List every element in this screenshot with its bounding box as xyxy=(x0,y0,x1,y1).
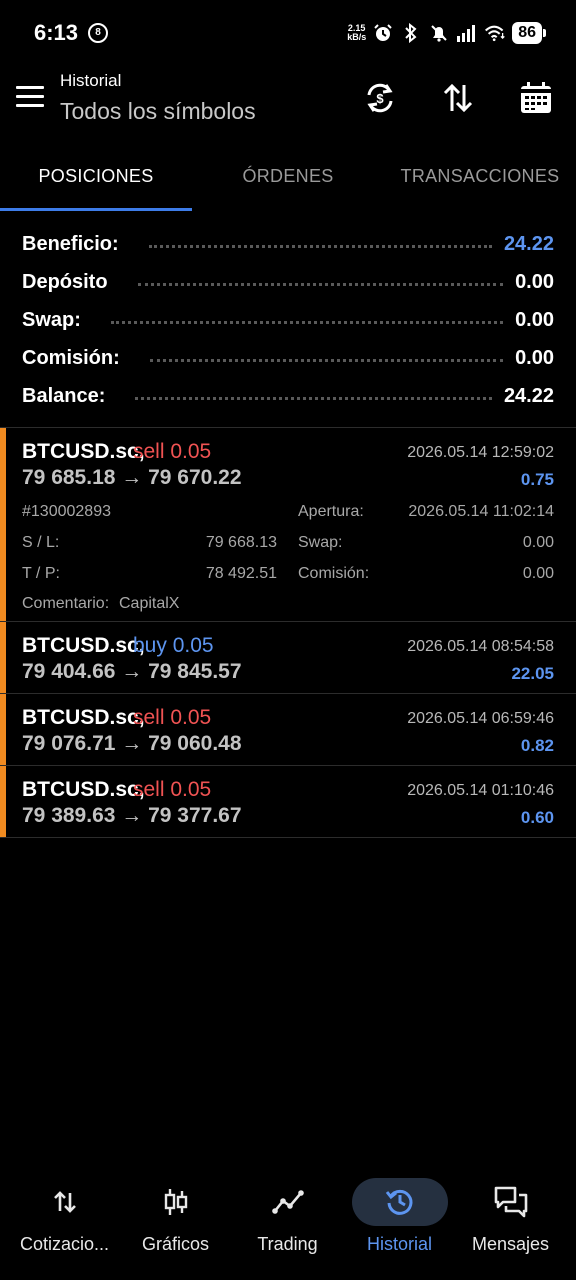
sl-label: S / L: xyxy=(22,534,60,551)
deal-time: 2026.05.14 08:54:58 xyxy=(407,638,554,655)
deal-profit: 0.60 xyxy=(520,808,554,827)
tp-value: 78 492.51 xyxy=(205,565,277,582)
sort-icon[interactable] xyxy=(438,78,478,118)
summary-label: Depósito xyxy=(22,270,108,293)
menu-icon[interactable] xyxy=(16,86,44,108)
swap-value: 0.00 xyxy=(522,534,554,551)
summary-value: 24.22 xyxy=(503,232,554,255)
history-icon xyxy=(351,1178,448,1226)
app-header: Historial Todos los símbolos $ xyxy=(0,64,576,140)
status-bar: 6:13 8 2.15 kB/s 86 xyxy=(0,0,576,64)
sl-value: 79 668.13 xyxy=(205,534,277,551)
summary-row-comision: Comisión: 0.00 xyxy=(0,339,576,377)
deal-side-bar xyxy=(0,622,6,693)
comment-label: Comentario: xyxy=(22,595,110,612)
deal-type: sell 0.05 xyxy=(133,440,212,463)
summary-value: 0.00 xyxy=(515,270,554,293)
comment-value: CapitalX xyxy=(119,595,180,612)
deal-profit: 0.75 xyxy=(520,470,554,489)
deal-symbol: BTCUSD.sc, xyxy=(22,778,145,801)
messages-icon xyxy=(463,1178,559,1226)
deal-prices: 79 076.71 → 79 060.48 xyxy=(22,732,242,755)
header-title[interactable]: Todos los símbolos xyxy=(60,98,256,125)
summary-row-deposito: Depósito 0.00 xyxy=(0,263,576,301)
summary-label: Beneficio: xyxy=(22,232,119,255)
nav-label: Historial xyxy=(366,1234,432,1254)
deal-side-bar xyxy=(0,766,6,837)
network-speed: 2.15 kB/s xyxy=(347,24,366,42)
tp-label: T / P: xyxy=(22,565,60,582)
deal-symbol: BTCUSD.sc, xyxy=(22,440,145,463)
nav-trading[interactable]: Trading xyxy=(230,1170,345,1270)
deal-type: sell 0.05 xyxy=(133,778,212,801)
alarm-icon xyxy=(372,22,394,44)
deal-symbol: BTCUSD.sc, xyxy=(22,634,145,657)
status-time: 6:13 xyxy=(34,20,79,45)
nav-label: Trading xyxy=(257,1234,318,1254)
tab-ordenes[interactable]: ÓRDENES xyxy=(192,150,384,210)
deal-prices: 79 685.18 → 79 670.22 xyxy=(22,466,242,489)
tab-transacciones[interactable]: TRANSACCIONES xyxy=(384,150,576,210)
nav-cotizaciones[interactable]: Cotizacio... xyxy=(7,1170,122,1270)
commission-label: Comisión: xyxy=(298,565,370,582)
open-label: Apertura: xyxy=(298,503,364,520)
svg-text:$: $ xyxy=(376,91,384,106)
deal-selection-bar xyxy=(0,428,6,621)
calendar-icon[interactable] xyxy=(516,78,556,118)
deal-profit: 22.05 xyxy=(511,664,554,683)
deal-row[interactable]: BTCUSD.sc, sell 0.05 2026.05.14 01:10:46… xyxy=(0,766,576,837)
summary-value: 0.00 xyxy=(515,346,554,369)
candlestick-icon xyxy=(128,1178,224,1226)
header-subtitle: Historial xyxy=(60,71,122,90)
muted-bell-icon xyxy=(428,22,450,44)
divider xyxy=(0,837,576,838)
nav-graficos[interactable]: Gráficos xyxy=(118,1170,233,1270)
open-time: 2026.05.14 11:02:14 xyxy=(408,503,554,520)
deal-type: buy 0.05 xyxy=(133,634,214,657)
network-speed-unit: kB/s xyxy=(347,32,367,42)
nav-mensajes[interactable]: Mensajes xyxy=(453,1170,568,1270)
bottom-navigation: Cotizacio... Gráficos Trading Historial … xyxy=(0,1170,576,1270)
battery-indicator: 86 xyxy=(512,22,546,44)
deal-ticket: #130002893 xyxy=(22,503,111,520)
summary-panel: Beneficio: 24.22 Depósito 0.00 Swap: 0.0… xyxy=(0,225,576,415)
deal-row[interactable]: BTCUSD.sc, sell 0.05 2026.05.14 12:59:02… xyxy=(0,428,576,621)
bluetooth-icon xyxy=(400,22,422,44)
deal-profit: 0.82 xyxy=(520,736,554,755)
status-icons: 2.15 kB/s 86 xyxy=(347,20,546,46)
swap-label: Swap: xyxy=(298,534,343,551)
deal-side-bar xyxy=(0,694,6,765)
deal-prices: 79 404.66 → 79 845.57 xyxy=(22,660,242,683)
deal-row[interactable]: BTCUSD.sc, sell 0.05 2026.05.14 06:59:46… xyxy=(0,694,576,765)
nav-label: Gráficos xyxy=(141,1234,210,1254)
summary-row-swap: Swap: 0.00 xyxy=(0,301,576,339)
tab-posiciones[interactable]: POSICIONES xyxy=(0,150,192,210)
summary-row-beneficio: Beneficio: 24.22 xyxy=(0,225,576,263)
signal-icon xyxy=(456,22,478,44)
summary-label: Swap: xyxy=(22,308,81,331)
commission-value: 0.00 xyxy=(522,565,554,582)
summary-label: Comisión: xyxy=(22,346,120,369)
wifi-icon xyxy=(484,22,506,44)
deal-prices: 79 389.63 → 79 377.67 xyxy=(22,804,242,827)
deal-time: 2026.05.14 01:10:46 xyxy=(407,782,554,799)
nav-label: Mensajes xyxy=(471,1234,550,1254)
nav-historial[interactable]: Historial xyxy=(342,1170,457,1270)
tab-bar: POSICIONES ÓRDENES TRANSACCIONES xyxy=(0,150,576,212)
currency-exchange-icon[interactable]: $ xyxy=(360,78,400,118)
summary-label: Balance: xyxy=(22,384,106,407)
quotes-arrows-icon xyxy=(17,1178,113,1226)
deal-symbol: BTCUSD.sc, xyxy=(22,706,145,729)
nav-label: Cotizacio... xyxy=(19,1234,110,1254)
deal-time: 2026.05.14 12:59:02 xyxy=(407,444,554,461)
summary-value: 24.22 xyxy=(503,384,554,407)
trend-line-icon xyxy=(240,1178,336,1226)
deal-type: sell 0.05 xyxy=(133,706,212,729)
deal-row[interactable]: BTCUSD.sc, buy 0.05 2026.05.14 08:54:58 … xyxy=(0,622,576,693)
summary-row-balance: Balance: 24.22 xyxy=(0,377,576,415)
tab-indicator xyxy=(0,208,192,211)
dnd-icon: 8 xyxy=(88,23,108,43)
deal-time: 2026.05.14 06:59:46 xyxy=(407,710,554,727)
summary-value: 0.00 xyxy=(515,308,554,331)
